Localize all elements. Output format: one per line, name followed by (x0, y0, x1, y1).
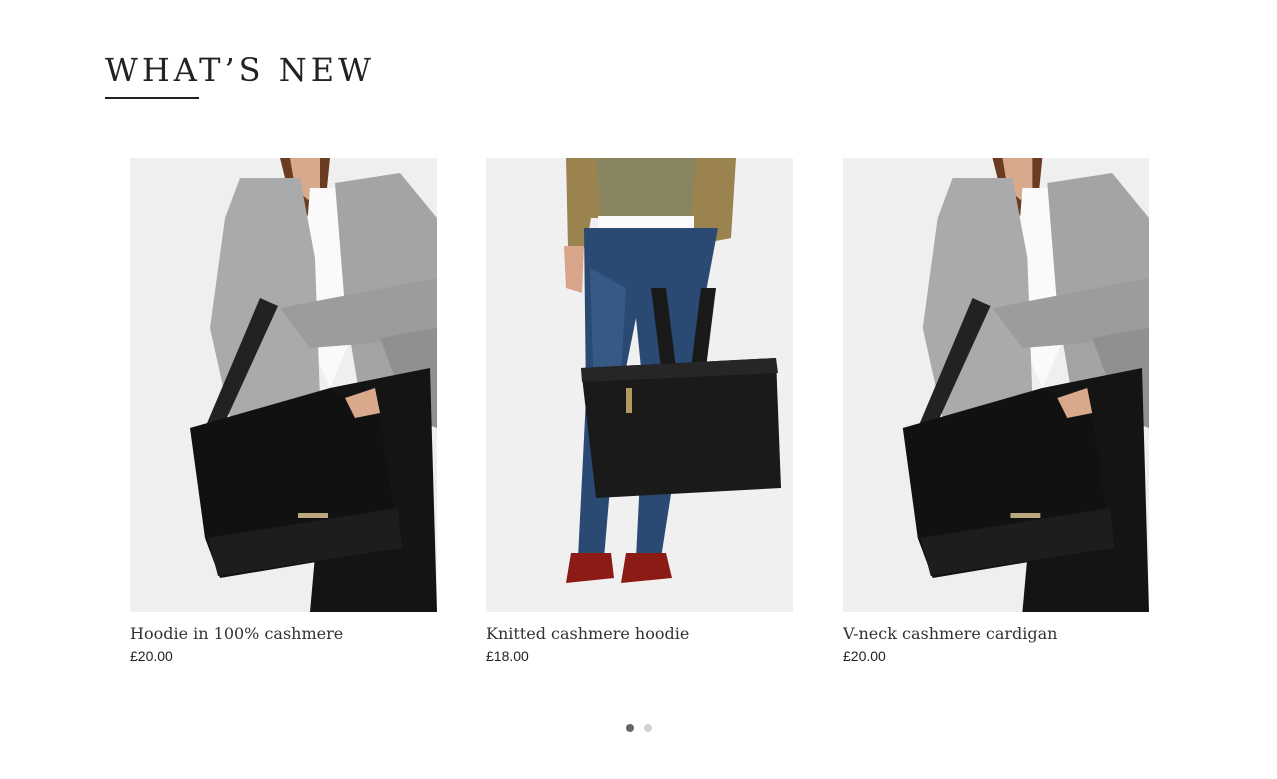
product-image[interactable] (843, 158, 1149, 612)
product-card: Hoodie in 100% cashmere £20.00 (130, 158, 437, 666)
carousel-dot[interactable] (644, 724, 652, 732)
section-title: WHAT’S NEW (105, 51, 376, 89)
product-name-link[interactable]: Knitted cashmere hoodie (486, 624, 793, 644)
woman-grey-jacket-bag-image (843, 158, 1149, 612)
product-card: V-neck cashmere cardigan £20.00 (843, 158, 1149, 666)
product-name-link[interactable]: Hoodie in 100% cashmere (130, 624, 437, 644)
woman-grey-jacket-bag-image (130, 158, 437, 612)
carousel-dot[interactable] (626, 724, 634, 732)
product-card: Knitted cashmere hoodie £18.00 (486, 158, 793, 666)
product-image[interactable] (130, 158, 437, 612)
product-carousel[interactable]: Hoodie in 100% cashmere £20.00 Knitted c… (130, 158, 1150, 678)
title-underline (105, 97, 199, 99)
product-image[interactable] (486, 158, 793, 612)
product-price: £18.00 (486, 648, 529, 664)
woman-jeans-tote-image (486, 158, 793, 612)
carousel-pagination (626, 724, 652, 732)
product-price: £20.00 (130, 648, 173, 664)
product-price: £20.00 (843, 648, 886, 664)
product-name-link[interactable]: V-neck cashmere cardigan (843, 624, 1149, 644)
